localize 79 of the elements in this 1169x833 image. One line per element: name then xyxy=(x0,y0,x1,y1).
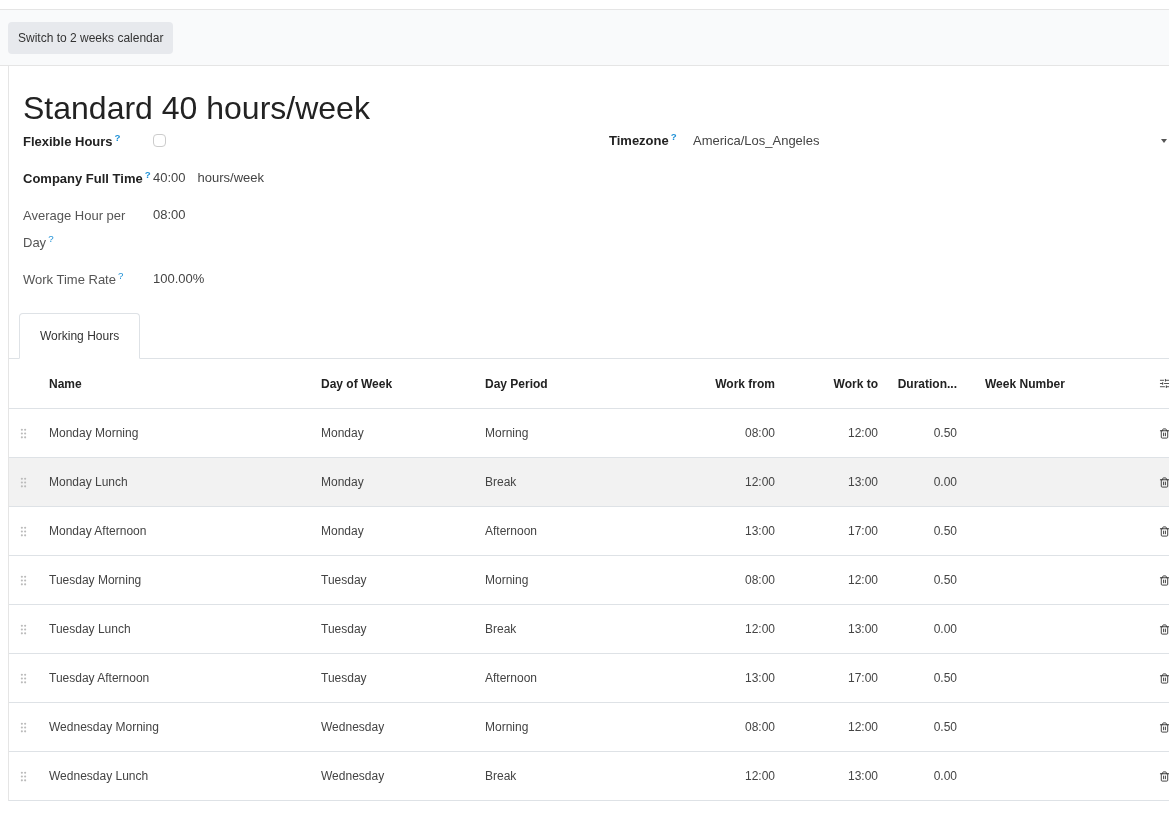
table-cell-text: Morning xyxy=(484,425,530,442)
delete-icon[interactable] xyxy=(1159,770,1169,782)
table-cell-text: Break xyxy=(484,474,518,491)
column-header[interactable]: Name xyxy=(49,374,313,393)
table-cell-text: 17:00 xyxy=(846,523,879,540)
column-header[interactable]: Day Period xyxy=(477,374,629,393)
table-cell-text: Monday Morning xyxy=(49,425,140,442)
field-value[interactable]: 40:00 xyxy=(153,165,186,192)
table-cell-text: 13:00 xyxy=(743,670,776,687)
table-cell-text: Tuesday xyxy=(320,621,368,638)
table-cell-text: 0.00 xyxy=(932,621,958,638)
delete-icon[interactable] xyxy=(1159,623,1169,635)
table-cell-text: Break xyxy=(484,621,518,638)
table-cell-text: 13:00 xyxy=(846,621,879,638)
unit-label: hours/week xyxy=(197,169,265,187)
table-cell-text: Tuesday xyxy=(320,572,368,589)
table-cell-text: 13:00 xyxy=(743,523,776,540)
column-header[interactable]: Work from xyxy=(629,374,783,393)
delete-icon[interactable] xyxy=(1159,672,1169,684)
field-label: Flexible Hours$^{?}$ xyxy=(23,134,121,149)
table-cell-text: Tuesday xyxy=(320,670,368,687)
table-cell-text: Monday xyxy=(320,474,365,491)
field-label: Average Hour per Day$^{?}$ xyxy=(23,208,126,250)
table-cell-text: 12:00 xyxy=(846,572,879,589)
delete-icon[interactable] xyxy=(1159,525,1169,537)
column-header[interactable]: Work to xyxy=(783,374,886,393)
table-cell-text: Wednesday Morning xyxy=(49,719,160,736)
table-cell-text: Afternoon xyxy=(484,670,539,687)
table-cell-text: 12:00 xyxy=(743,621,776,638)
table-cell-text: 0.00 xyxy=(932,768,958,785)
delete-icon[interactable] xyxy=(1159,574,1169,586)
table-cell-text: Monday xyxy=(320,425,365,442)
column-header[interactable]: Day of Week xyxy=(313,374,477,393)
table-cell-text: Wednesday Lunch xyxy=(49,768,150,785)
table-cell-text: 08:00 xyxy=(743,572,776,589)
table-cell-text: Tuesday Morning xyxy=(49,572,143,589)
table-cell-text: Break xyxy=(484,768,518,785)
delete-icon[interactable] xyxy=(1159,476,1169,488)
checkbox[interactable] xyxy=(153,134,166,147)
table-cell-text: Wednesday xyxy=(320,768,386,785)
table-cell-text: 0.50 xyxy=(932,572,958,589)
table-cell-text: 13:00 xyxy=(846,474,879,491)
table-cell-text: Morning xyxy=(484,572,530,589)
table-cell-text: Wednesday xyxy=(320,719,386,736)
timezone-select[interactable]: America/Los_Angeles xyxy=(693,128,1169,154)
table-cell-text: Monday xyxy=(320,523,365,540)
column-header[interactable]: Week Number xyxy=(965,374,1159,393)
page-title: Standard 40 hours/week xyxy=(23,89,371,128)
field-label: Timezone$^{?}$ xyxy=(609,133,677,148)
table-cell-text: 13:00 xyxy=(846,768,879,785)
table-cell-text: 12:00 xyxy=(743,474,776,491)
table-cell-text: Tuesday Lunch xyxy=(49,621,132,638)
table-cell-text: Morning xyxy=(484,719,530,736)
field-value[interactable]: 08:00 xyxy=(153,202,186,256)
table-cell-text: 0.50 xyxy=(932,670,958,687)
table-cell-text: 0.00 xyxy=(932,474,958,491)
table-cell-text: 0.50 xyxy=(932,523,958,540)
delete-icon[interactable] xyxy=(1159,721,1169,733)
table-cell-text: 08:00 xyxy=(743,425,776,442)
switch-calendar-button[interactable]: Switch to 2 weeks calendar xyxy=(8,21,174,54)
table-cell-text: 0.50 xyxy=(932,425,958,442)
table-cell-text: 08:00 xyxy=(743,719,776,736)
table-cell-text: Monday Afternoon xyxy=(49,523,148,540)
field-value[interactable]: 100.00% xyxy=(153,266,205,293)
table-cell-text: 17:00 xyxy=(846,670,879,687)
table-cell-text: 12:00 xyxy=(743,768,776,785)
table-row[interactable]: Monday Lunch Monday Break 12:00 13:00 0.00 xyxy=(9,458,1169,507)
tab[interactable]: Working Hours xyxy=(19,313,141,359)
table-cell-text: Monday Lunch xyxy=(49,474,129,491)
table-cell-text: 12:00 xyxy=(846,719,879,736)
table-cell-text: 12:00 xyxy=(846,425,879,442)
column-header[interactable]: Duration... xyxy=(886,374,965,393)
table-cell-text: Afternoon xyxy=(484,523,539,540)
field-label: Company Full Time$^{?}$ xyxy=(23,171,151,186)
table-cell-text: Tuesday Afternoon xyxy=(49,670,151,687)
column-settings-icon[interactable] xyxy=(1159,378,1169,389)
field-label: Work Time Rate$^{?}$ xyxy=(23,272,124,287)
table-cell-text: 0.50 xyxy=(932,719,958,736)
delete-icon[interactable] xyxy=(1159,427,1169,439)
